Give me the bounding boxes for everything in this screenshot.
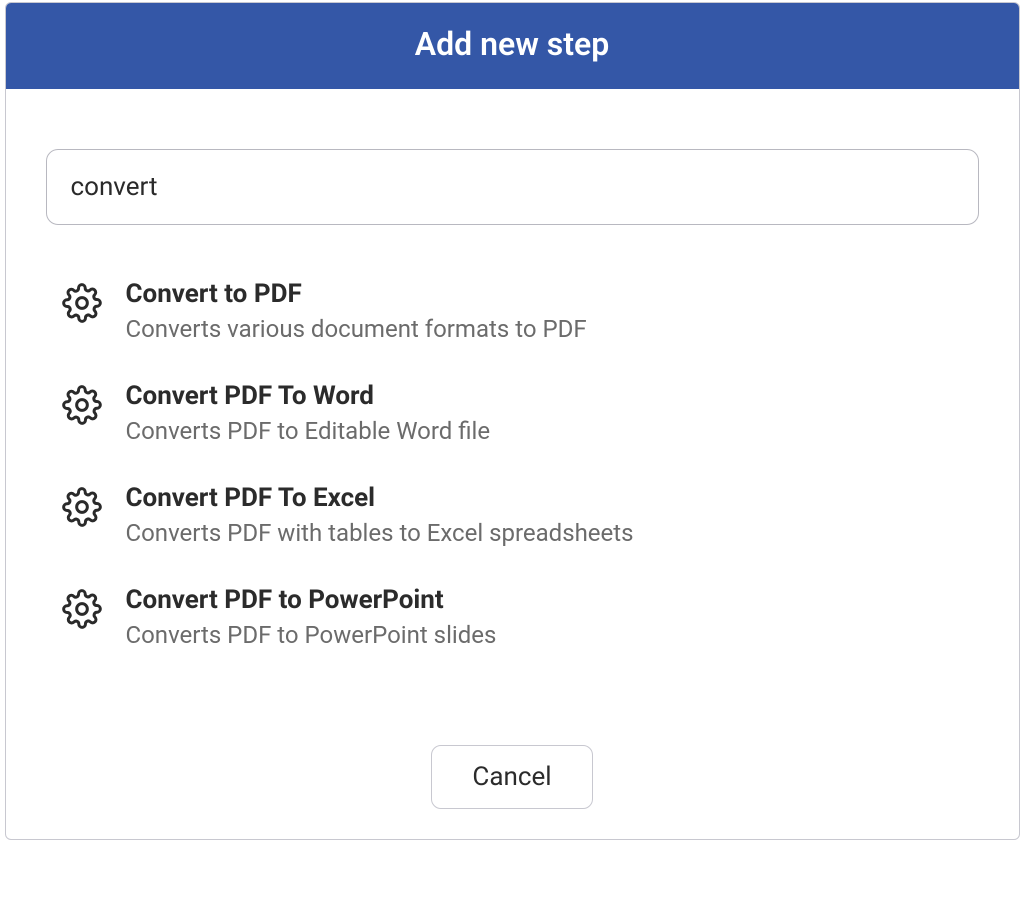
add-step-dialog: Add new step Convert to PDF Converts var… (5, 2, 1020, 840)
result-title: Convert PDF To Excel (126, 483, 963, 513)
result-description: Converts PDF with tables to Excel spread… (126, 519, 963, 547)
result-title: Convert PDF To Word (126, 381, 963, 411)
result-item-convert-to-pdf[interactable]: Convert to PDF Converts various document… (46, 265, 973, 367)
dialog-title: Add new step (6, 3, 1019, 89)
result-item-convert-pdf-to-word[interactable]: Convert PDF To Word Converts PDF to Edit… (46, 367, 973, 469)
result-text: Convert PDF To Word Converts PDF to Edit… (126, 381, 963, 445)
result-title: Convert to PDF (126, 279, 963, 309)
result-description: Converts PDF to Editable Word file (126, 417, 963, 445)
result-description: Converts PDF to PowerPoint slides (126, 621, 963, 649)
gear-icon (62, 385, 102, 425)
cancel-button[interactable]: Cancel (431, 745, 592, 809)
result-text: Convert to PDF Converts various document… (126, 279, 963, 343)
dialog-body: Convert to PDF Converts various document… (6, 89, 1019, 839)
results-list[interactable]: Convert to PDF Converts various document… (46, 265, 979, 735)
result-item-convert-pdf-to-excel[interactable]: Convert PDF To Excel Converts PDF with t… (46, 469, 973, 571)
gear-icon (62, 487, 102, 527)
result-description: Converts various document formats to PDF (126, 315, 963, 343)
result-text: Convert PDF To Excel Converts PDF with t… (126, 483, 963, 547)
search-input[interactable] (46, 149, 979, 225)
result-item-convert-pdf-to-powerpoint[interactable]: Convert PDF to PowerPoint Converts PDF t… (46, 571, 973, 673)
result-text: Convert PDF to PowerPoint Converts PDF t… (126, 585, 963, 649)
gear-icon (62, 589, 102, 629)
gear-icon (62, 283, 102, 323)
result-title: Convert PDF to PowerPoint (126, 585, 963, 615)
dialog-footer: Cancel (46, 735, 979, 809)
